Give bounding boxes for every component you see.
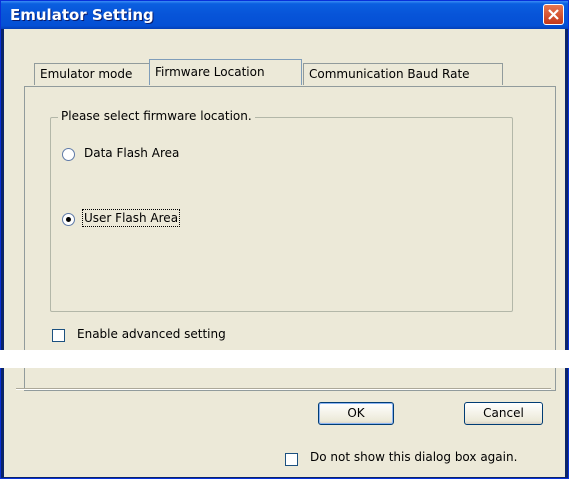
ok-button[interactable]: OK — [318, 402, 394, 425]
dont-show-again-label: Do not show this dialog box again. — [310, 450, 518, 464]
group-label: Please select firmware location. — [58, 109, 255, 123]
enable-advanced-setting-checkbox[interactable] — [52, 329, 65, 342]
tab-firmware-location[interactable]: Firmware Location — [149, 59, 302, 85]
radio-label-user-flash-area: User Flash Area — [81, 209, 181, 227]
radio-data-flash-area[interactable] — [62, 148, 75, 161]
enable-advanced-setting-label: Enable advanced setting — [77, 327, 226, 341]
separator — [16, 388, 551, 390]
tab-label: Emulator mode — [40, 67, 133, 81]
tab-communication-baud-rate[interactable]: Communication Baud Rate — [303, 63, 503, 85]
title-bar[interactable]: Emulator Setting — [1, 1, 568, 29]
radio-label-data-flash-area: Data Flash Area — [84, 146, 180, 160]
radio-selected-dot — [66, 217, 71, 222]
radio-user-flash-area[interactable] — [62, 213, 75, 226]
tab-label: Communication Baud Rate — [309, 67, 470, 81]
tab-emulator-mode[interactable]: Emulator mode — [34, 63, 150, 85]
close-button[interactable] — [543, 4, 564, 25]
window-title: Emulator Setting — [10, 6, 154, 24]
dont-show-again-checkbox[interactable] — [285, 453, 298, 466]
tab-label: Firmware Location — [155, 65, 265, 79]
close-icon — [548, 9, 559, 20]
cancel-button[interactable]: Cancel — [464, 402, 543, 425]
white-band — [0, 350, 569, 368]
